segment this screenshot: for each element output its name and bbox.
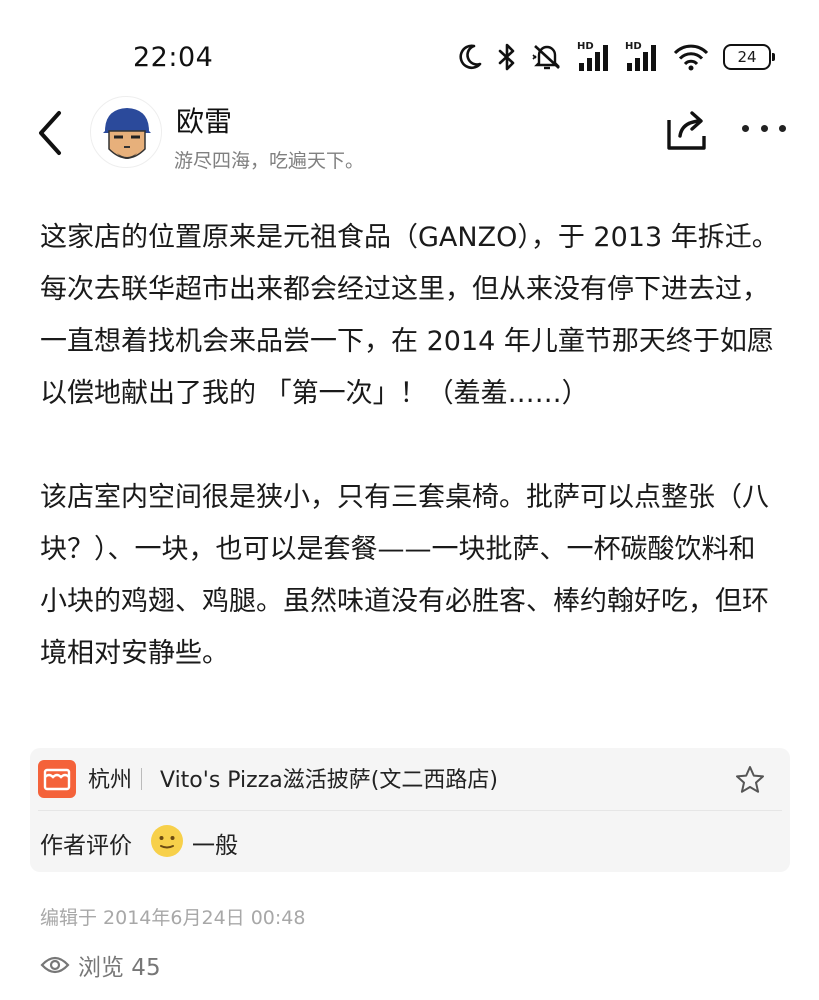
chevron-left-icon — [39, 111, 61, 155]
status-icons: HD HD 24 — [457, 41, 775, 72]
author-bio: 游尽四海，吃遍天下。 — [174, 150, 365, 172]
neutral-face-icon — [150, 824, 184, 858]
back-button[interactable] — [30, 108, 70, 158]
share-button[interactable] — [664, 106, 710, 152]
bluetooth-icon — [497, 42, 517, 72]
place-logo-icon — [38, 760, 76, 798]
view-count: 浏览 45 — [40, 950, 161, 981]
avatar[interactable] — [90, 96, 162, 168]
header: 欧雷 游尽四海，吃遍天下。 — [0, 90, 819, 180]
eye-icon — [40, 956, 70, 974]
post-content: 这家店的位置原来是元祖食品（GANZO），于 2013 年拆迁。每次去联华超市出… — [40, 212, 780, 680]
status-time: 22:04 — [133, 42, 214, 73]
moon-icon — [457, 43, 483, 71]
wifi-icon — [673, 43, 709, 71]
divider — [38, 810, 782, 811]
more-button[interactable] — [742, 116, 786, 140]
mute-icon — [531, 42, 563, 72]
post-paragraph: 该店室内空间很是狭小，只有三套桌椅。批萨可以点整张（八块？）、一块，也可以是套餐… — [40, 482, 769, 669]
post-paragraph: 这家店的位置原来是元祖食品（GANZO），于 2013 年拆迁。每次去联华超市出… — [40, 222, 779, 409]
share-icon — [667, 111, 706, 150]
view-count-text: 浏览 45 — [78, 955, 161, 981]
author-name[interactable]: 欧雷 — [176, 100, 232, 140]
signal-hd-icon: HD — [625, 41, 659, 71]
place-card: 杭州 Vito's Pizza滋活披萨(文二西路店) 作者评价 一般 — [30, 748, 790, 872]
place-city: 杭州 — [88, 768, 133, 793]
place-link[interactable]: 杭州 Vito's Pizza滋活披萨(文二西路店) — [30, 748, 790, 810]
divider — [141, 768, 142, 790]
signal-hd-icon: HD — [577, 41, 611, 71]
battery-icon: 24 — [723, 44, 775, 70]
edit-time: 编辑于 2014年6月24日 00:48 — [40, 907, 306, 929]
favorite-button[interactable] — [734, 764, 766, 796]
battery-level: 24 — [737, 48, 757, 66]
star-icon — [736, 766, 764, 793]
place-name: Vito's Pizza滋活披萨(文二西路店) — [160, 768, 498, 793]
rating-label: 作者评价 — [40, 833, 132, 859]
more-dot — [742, 124, 749, 132]
rating-value: 一般 — [192, 833, 238, 859]
more-dot — [779, 124, 786, 132]
more-dot — [760, 124, 768, 132]
